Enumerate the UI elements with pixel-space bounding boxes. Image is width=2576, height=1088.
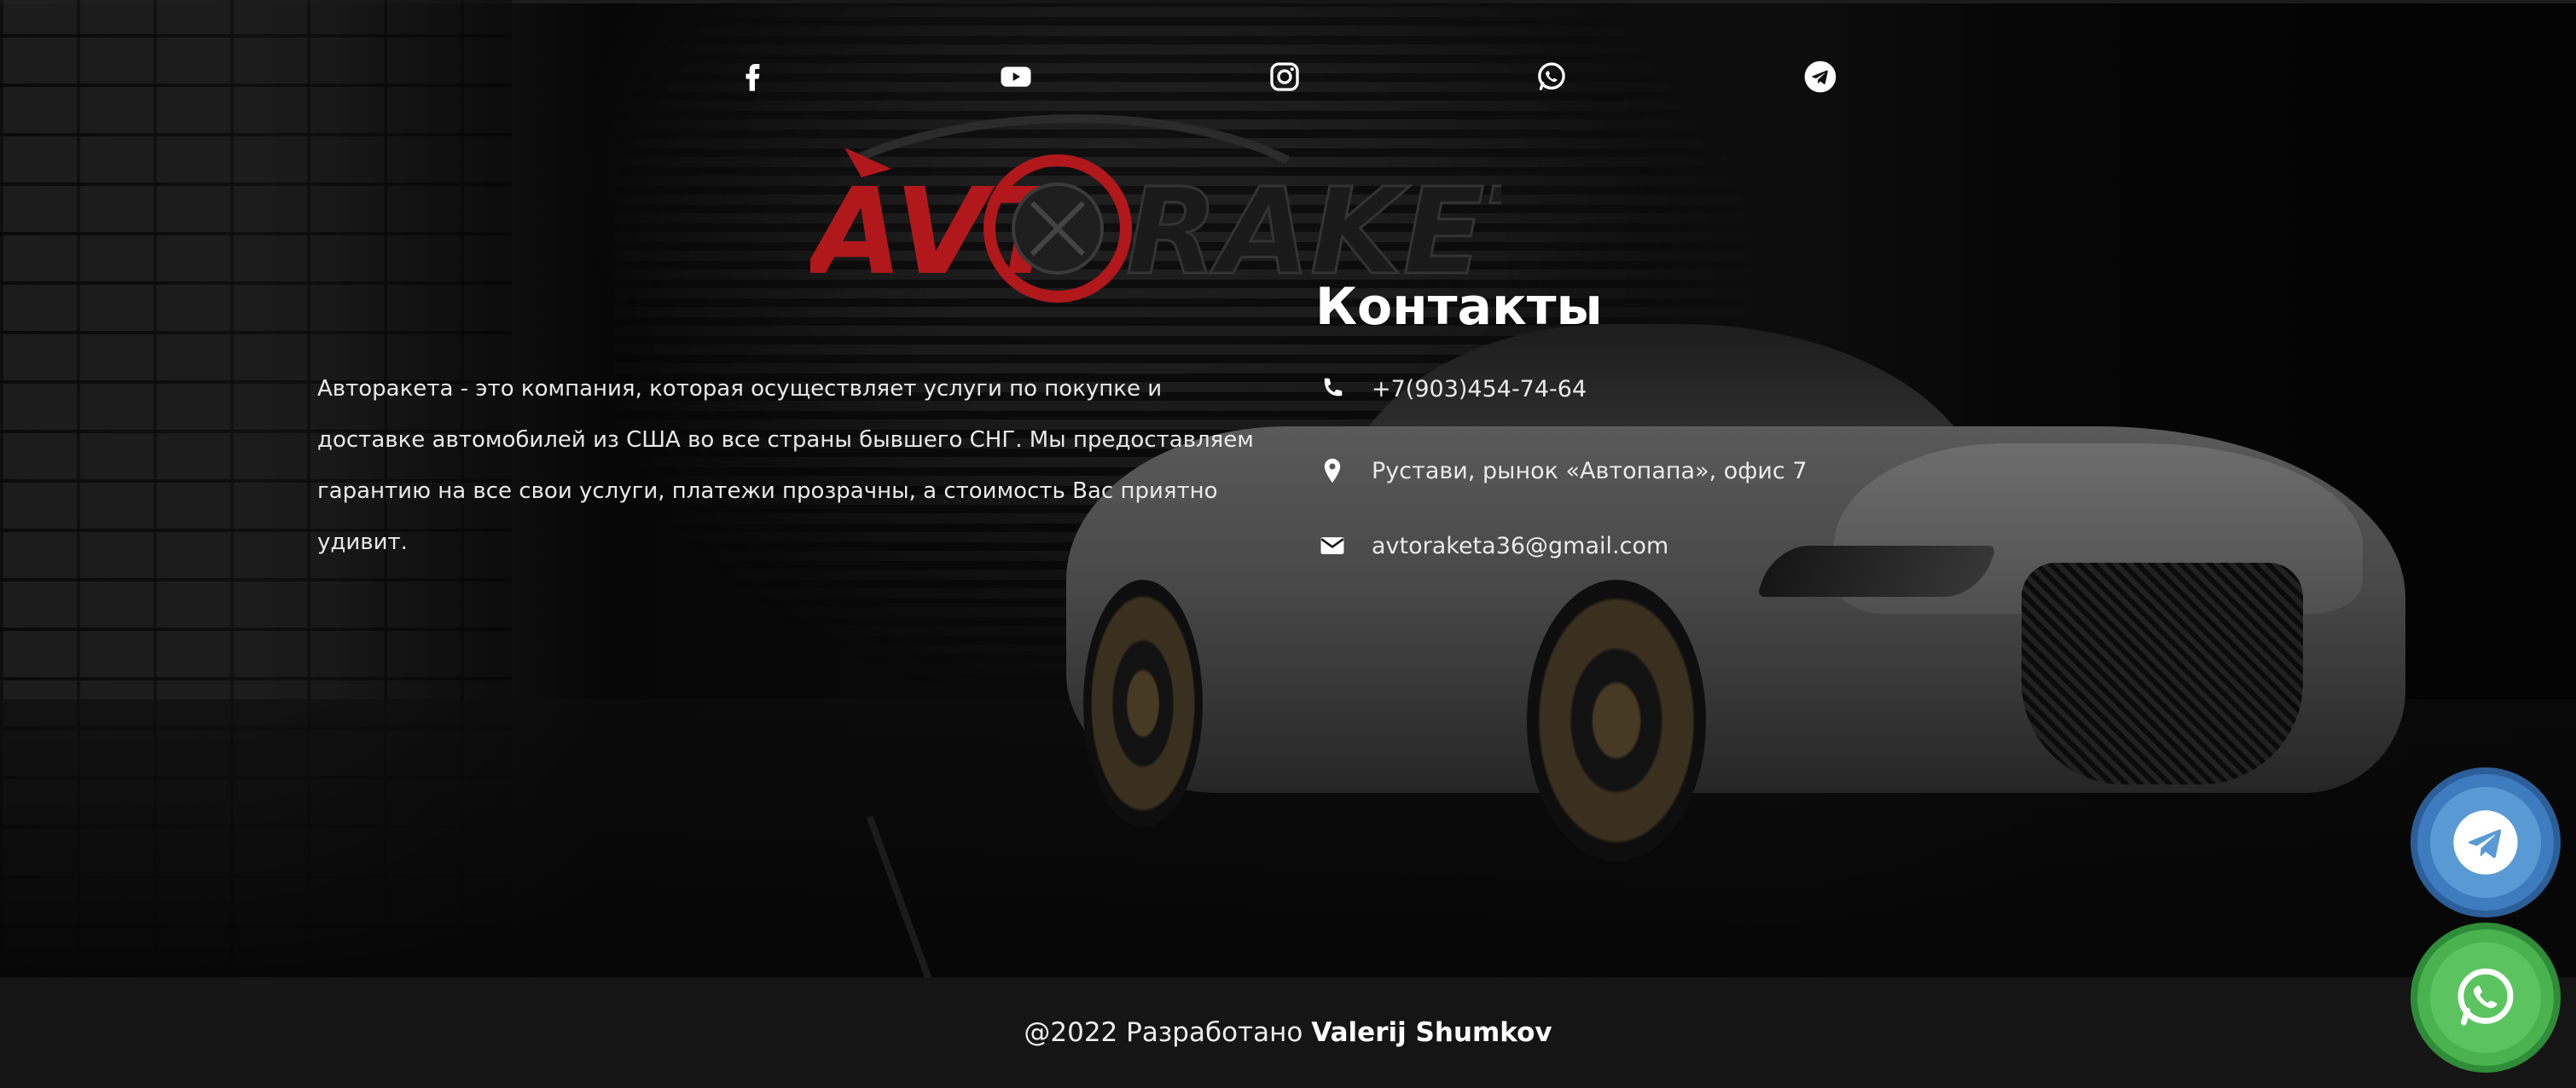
footer: @2022 Разработано Valerij Shumkov <box>0 977 2576 1088</box>
facebook-icon[interactable] <box>734 58 771 95</box>
whatsapp-float-button[interactable] <box>2417 929 2554 1066</box>
whatsapp-icon <box>2457 968 2514 1026</box>
whatsapp-float-inner <box>2430 942 2541 1053</box>
telegram-float-inner <box>2430 787 2541 898</box>
youtube-icon[interactable] <box>997 58 1035 95</box>
telegram-icon[interactable] <box>1801 58 1839 95</box>
phone-icon <box>1315 372 1349 406</box>
telegram-icon <box>2453 810 2518 875</box>
map-marker-icon <box>1315 454 1349 488</box>
instagram-icon[interactable] <box>1266 58 1303 95</box>
telegram-float-button[interactable] <box>2417 774 2554 911</box>
contact-address[interactable]: Рустави, рынок «Автопапа», офис 7 <box>1315 454 1807 488</box>
contact-email[interactable]: avtoraketa36@gmail.com <box>1315 529 1668 563</box>
contact-email-text: avtoraketa36@gmail.com <box>1372 532 1669 559</box>
whatsapp-icon[interactable] <box>1533 58 1570 95</box>
footer-copyright: @2022 Разработано <box>1024 1017 1303 1048</box>
about-text: Авторакета - это компания, которая осуще… <box>317 376 1254 555</box>
footer-author[interactable]: Valerij Shumkov <box>1311 1017 1552 1048</box>
contact-phone[interactable]: +7(903)454-74-64 <box>1315 372 1587 406</box>
contacts-title: Контакты <box>1315 277 1603 337</box>
contact-phone-text: +7(903)454-74-64 <box>1372 375 1587 402</box>
contact-address-text: Рустави, рынок «Автопапа», офис 7 <box>1372 457 1807 484</box>
envelope-icon <box>1315 529 1349 563</box>
